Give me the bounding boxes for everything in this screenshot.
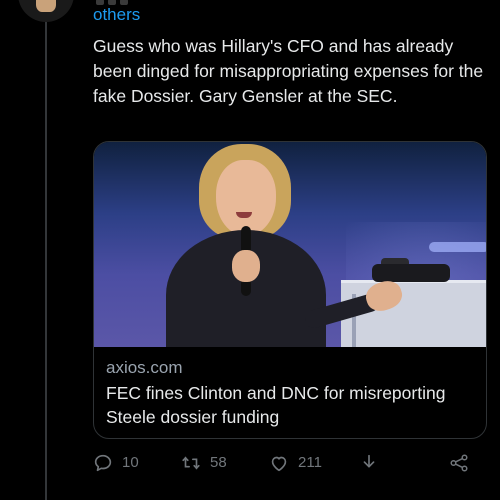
reply-icon <box>94 454 112 472</box>
reply-count: 10 <box>122 454 139 471</box>
avatar-image <box>36 0 56 12</box>
like-icon <box>271 456 287 472</box>
like-button[interactable]: 211 <box>268 449 322 477</box>
card-text: axios.com FEC fines Clinton and DNC for … <box>94 347 486 438</box>
tweet-text: Guess who was Hillary's CFO and has alre… <box>93 36 484 106</box>
link-card[interactable]: axios.com FEC fines Clinton and DNC for … <box>93 141 487 439</box>
share-button[interactable] <box>448 449 478 477</box>
replying-to-link[interactable]: others <box>93 5 140 25</box>
card-image <box>94 142 486 347</box>
retweet-icon <box>182 456 200 470</box>
cropped-top-strip <box>96 0 206 5</box>
share-icon <box>450 454 468 472</box>
card-headline: FEC fines Clinton and DNC for misreporti… <box>106 383 446 427</box>
face <box>216 160 276 236</box>
hand <box>232 250 260 282</box>
avatar[interactable] <box>18 0 74 22</box>
download-icon <box>363 454 375 468</box>
like-count: 211 <box>298 454 322 471</box>
speaker <box>164 142 394 347</box>
thread-line <box>45 18 47 500</box>
reply-button[interactable]: 10 <box>92 449 139 477</box>
retweet-count: 58 <box>210 454 227 471</box>
stage-light <box>429 242 486 252</box>
retweet-button[interactable]: 58 <box>180 449 227 477</box>
download-button[interactable] <box>358 449 388 477</box>
card-domain: axios.com <box>106 358 183 377</box>
tweet-actions: 10 58 211 <box>92 449 472 477</box>
